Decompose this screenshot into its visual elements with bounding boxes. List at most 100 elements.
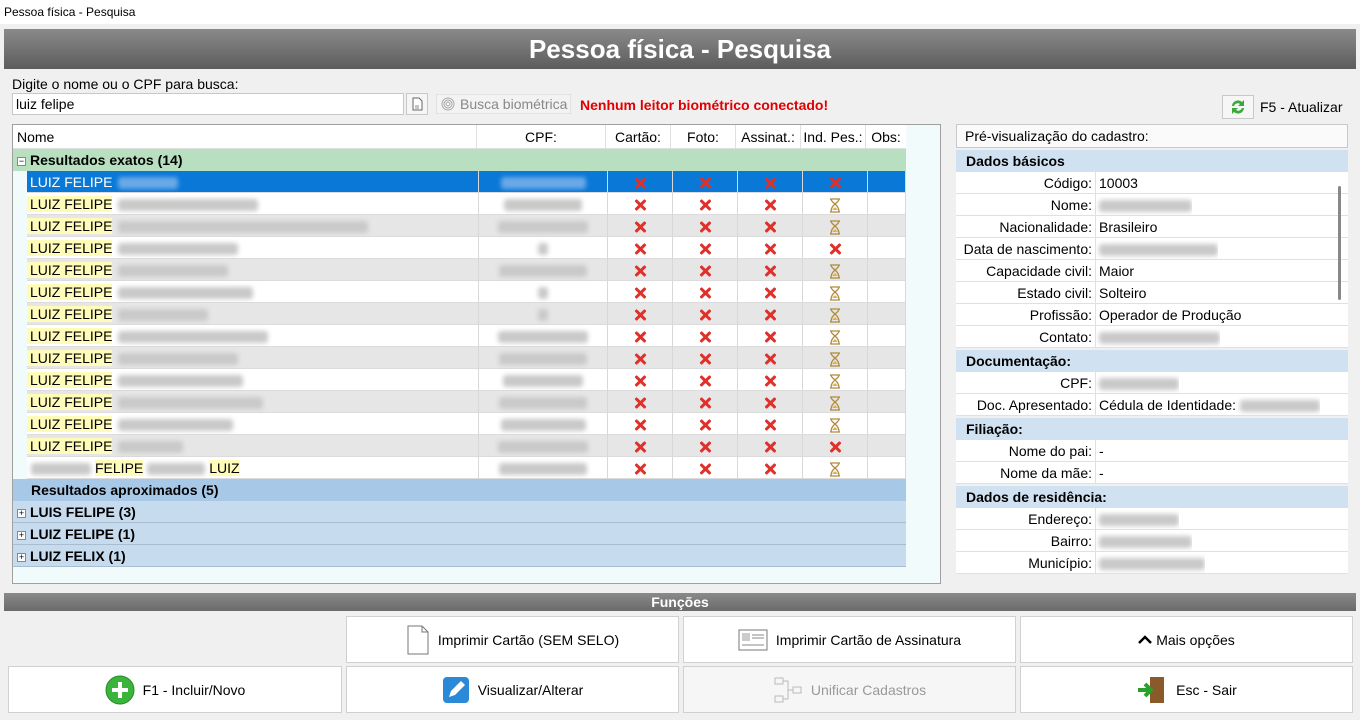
preview-scrollbar[interactable]: [1338, 186, 1341, 300]
new-label: F1 - Incluir/Novo: [142, 681, 246, 698]
preview-value: Brasileiro: [1099, 219, 1158, 235]
row-name: LUIZ FELIPE: [30, 174, 113, 190]
column-cpf[interactable]: CPF:: [477, 125, 606, 149]
row-name: LUIZ FELIPE: [27, 394, 113, 410]
section-filiation: Filiação:: [956, 418, 1348, 440]
expand-icon[interactable]: +: [17, 531, 26, 540]
column-assinatura[interactable]: Assinat.:: [736, 125, 801, 149]
row-name: LUIZ FELIPE: [27, 196, 113, 212]
preview-value: -: [1099, 465, 1104, 481]
x-mark-icon: [698, 286, 712, 300]
x-mark-icon: [828, 176, 842, 190]
x-mark-icon: [633, 330, 647, 344]
exit-button[interactable]: Esc - Sair: [1020, 666, 1353, 713]
table-row[interactable]: LUIZ FELIPE: [27, 259, 906, 281]
table-row[interactable]: LUIZ FELIPE: [27, 347, 906, 369]
column-foto[interactable]: Foto:: [671, 125, 736, 149]
preview-row: Doc. Apresentado: Cédula de Identidade:: [956, 394, 1348, 416]
document-icon: [407, 625, 429, 654]
row-name: LUIZ FELIPE: [27, 328, 113, 344]
merge-icon: [774, 677, 802, 702]
preview-label: Nacionalidade:: [956, 216, 1096, 237]
preview-label: Doc. Apresentado:: [956, 394, 1096, 415]
subgroup-luis-felipe[interactable]: + LUIS FELIPE (3): [13, 501, 906, 523]
hourglass-icon: [830, 286, 840, 301]
x-mark-icon: [763, 220, 777, 234]
new-button[interactable]: F1 - Incluir/Novo: [8, 666, 342, 713]
table-row[interactable]: LUIZ FELIPE: [27, 171, 906, 193]
preview-label: Município:: [956, 552, 1096, 573]
table-row[interactable]: LUIZ FELIPE: [27, 193, 906, 215]
preview-row: Município:: [956, 552, 1348, 574]
table-row[interactable]: LUIZ FELIPE: [27, 369, 906, 391]
column-ind-pes[interactable]: Ind. Pes.:: [801, 125, 866, 149]
table-row[interactable]: LUIZ FELIPE: [27, 281, 906, 303]
x-mark-icon: [763, 308, 777, 322]
table-row[interactable]: LUIZ FELIPE: [27, 237, 906, 259]
table-row[interactable]: LUIZ FELIPE: [27, 413, 906, 435]
preview-row: Estado civil: Solteiro: [956, 282, 1348, 304]
refresh-button[interactable]: F5 - Atualizar: [1222, 95, 1342, 119]
hourglass-icon: [830, 308, 840, 323]
table-row[interactable]: LUIZ FELIPE: [27, 391, 906, 413]
x-mark-icon: [633, 242, 647, 256]
row-name: LUIZ FELIPE: [27, 438, 113, 454]
grid-header: Nome CPF: Cartão: Foto: Assinat.: Ind. P…: [13, 125, 906, 149]
expand-icon[interactable]: +: [17, 509, 26, 518]
column-cartao[interactable]: Cartão:: [606, 125, 671, 149]
column-nome[interactable]: Nome: [13, 125, 477, 149]
print-signature-card-button[interactable]: Imprimir Cartão de Assinatura: [683, 616, 1016, 663]
subgroup-label: LUIZ FELIX (1): [30, 548, 126, 564]
x-mark-icon: [698, 462, 712, 476]
x-mark-icon: [633, 374, 647, 388]
group-exact-results[interactable]: − Resultados exatos (14): [13, 149, 906, 171]
more-options-button[interactable]: Mais opções: [1020, 616, 1353, 663]
search-label: Digite o nome ou o CPF para busca:: [12, 76, 239, 92]
table-row[interactable]: LUIZ FELIPE: [27, 303, 906, 325]
preview-row: Nome da mãe: -: [956, 462, 1348, 484]
table-row[interactable]: LUIZ FELIPE: [27, 435, 906, 457]
print-signature-label: Imprimir Cartão de Assinatura: [775, 631, 962, 648]
preview-label: Contato:: [956, 326, 1096, 347]
x-mark-icon: [633, 396, 647, 410]
biometric-search-button[interactable]: Busca biométrica: [436, 94, 572, 114]
x-mark-icon: [633, 220, 647, 234]
subgroup-luiz-felipe[interactable]: + LUIZ FELIPE (1): [13, 523, 906, 545]
hourglass-icon: [830, 198, 840, 213]
biometric-warning: Nenhum leitor biométrico conectado!: [580, 97, 829, 113]
print-card-button[interactable]: Imprimir Cartão (SEM SELO): [346, 616, 679, 663]
biometric-search-label: Busca biométrica: [460, 96, 568, 112]
expand-icon[interactable]: +: [17, 553, 26, 562]
edit-button[interactable]: Visualizar/Alterar: [346, 666, 679, 713]
column-obs[interactable]: Obs:: [866, 125, 906, 149]
preview-label: Data de nascimento:: [956, 238, 1096, 259]
refresh-label: F5 - Atualizar: [1260, 99, 1343, 115]
x-mark-icon: [633, 440, 647, 454]
merge-records-button[interactable]: Unificar Cadastros: [683, 666, 1016, 713]
row-name: LUIZ FELIPE: [27, 284, 113, 300]
hourglass-icon: [830, 352, 840, 367]
results-rows: LUIZ FELIPE LUIZ FELIPE LUIZ FELIPE LUIZ FE…: [27, 171, 906, 479]
hourglass-icon: [830, 264, 840, 279]
table-row[interactable]: LUIZ FELIPE: [27, 215, 906, 237]
search-input[interactable]: [12, 93, 404, 115]
collapse-icon[interactable]: −: [17, 157, 26, 166]
row-name: LUIZ FELIPE: [27, 240, 113, 256]
row-name: LUIZ FELIPE: [27, 262, 113, 278]
preview-label: Nome da mãe:: [956, 462, 1096, 483]
table-row[interactable]: LUIZ FELIPE: [27, 325, 906, 347]
search-options-button[interactable]: [406, 93, 428, 115]
x-mark-icon: [698, 396, 712, 410]
x-mark-icon: [633, 264, 647, 278]
table-row[interactable]: FELIPE LUIZ: [27, 457, 906, 479]
group-approx-results[interactable]: Resultados aproximados (5): [13, 479, 906, 501]
subgroup-luiz-felix[interactable]: + LUIZ FELIX (1): [13, 545, 906, 567]
row-name: LUIZ FELIPE: [27, 416, 113, 432]
x-mark-icon: [828, 242, 842, 256]
edit-pencil-icon: [442, 676, 469, 703]
x-mark-icon: [763, 440, 777, 454]
row-name: LUIZ FELIPE: [27, 306, 113, 322]
preview-row: Data de nascimento:: [956, 238, 1348, 260]
group-exact-label: Resultados exatos (14): [30, 152, 183, 168]
preview-label: Bairro:: [956, 530, 1096, 551]
